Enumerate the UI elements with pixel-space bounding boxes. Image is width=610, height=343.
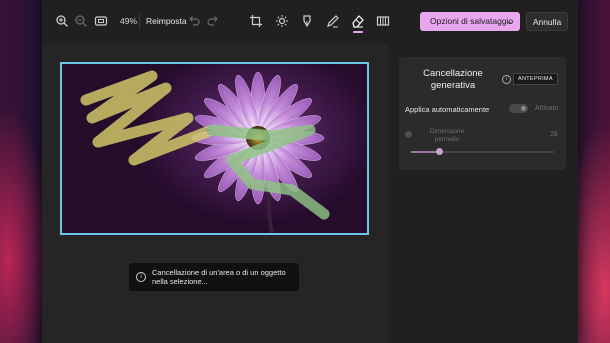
zoom-in-icon[interactable] [54, 13, 70, 29]
active-tool-indicator [353, 31, 363, 33]
status-toast: i Cancellazione di un'area o di un ogget… [129, 263, 299, 291]
panel-title: Cancellazione generativa [423, 68, 483, 91]
auto-apply-toggle[interactable] [509, 104, 528, 113]
toast-message: Cancellazione di un'area o di un oggetto… [152, 268, 286, 286]
undo-icon[interactable] [186, 13, 202, 29]
chevron-down-icon: ⌄ [506, 17, 513, 26]
brush-size-value: 28 [550, 131, 558, 138]
info-icon[interactable]: i [502, 75, 511, 84]
photos-editor-window: 49% Reimposta Opzioni di salvataggio ⌄ A… [42, 0, 578, 343]
photo-canvas[interactable] [60, 62, 369, 235]
brush-size-label: Dimensione pennello [429, 128, 465, 143]
brush-size-slider-thumb[interactable] [436, 148, 444, 155]
toggle-knob [521, 106, 526, 111]
zoom-level: 49% [120, 16, 138, 26]
editor-toolbar: 49% Reimposta Opzioni di salvataggio ⌄ A… [42, 0, 578, 44]
preview-badge: ANTEPRIMA [513, 73, 558, 85]
brush-size-radio[interactable] [405, 131, 412, 138]
generative-erase-panel: Cancellazione generativa i ANTEPRIMA App… [399, 57, 566, 170]
brightness-icon[interactable] [274, 13, 290, 29]
save-options-button[interactable]: Opzioni di salvataggio ⌄ [420, 12, 520, 31]
zoom-out-icon[interactable] [73, 13, 89, 29]
flower-image [80, 70, 330, 233]
markup-icon[interactable] [299, 13, 315, 29]
fit-screen-icon[interactable] [93, 13, 109, 29]
auto-apply-label: Applica automaticamente [405, 105, 490, 114]
crop-icon[interactable] [248, 13, 264, 29]
background-icon[interactable] [375, 13, 391, 29]
save-options-label: Opzioni di salvataggio [430, 16, 514, 26]
reset-button[interactable]: Reimposta [146, 16, 187, 26]
redo-icon[interactable] [205, 13, 221, 29]
auto-apply-state: Attivato [535, 105, 559, 112]
info-icon: i [136, 272, 146, 282]
draw-icon[interactable] [325, 13, 341, 29]
cancel-button[interactable]: Annulla [526, 12, 568, 31]
eraser-icon[interactable] [350, 13, 366, 29]
toolbar-divider [139, 13, 140, 29]
